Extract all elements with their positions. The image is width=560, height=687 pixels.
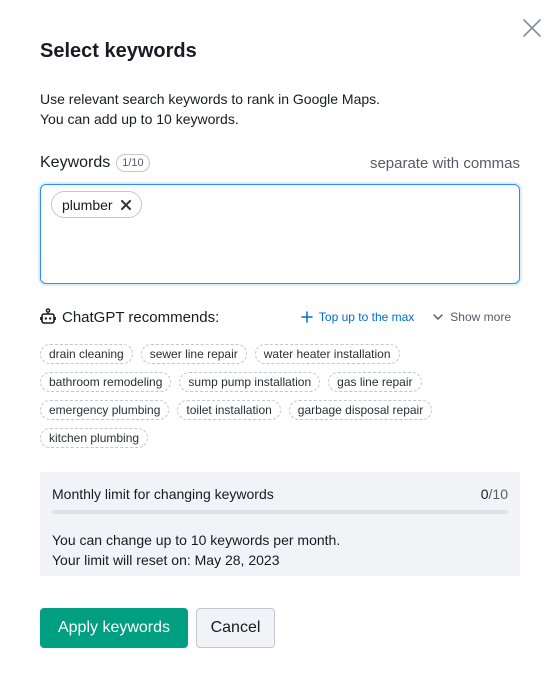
recommendations-actions: Top up to the max Show more	[301, 310, 520, 324]
close-icon	[523, 19, 541, 37]
chatgpt-title-label: ChatGPT recommends:	[62, 308, 220, 326]
chevron-down-icon	[433, 314, 444, 320]
suggested-keyword[interactable]: toilet installation	[177, 400, 281, 420]
suggested-keyword[interactable]: kitchen plumbing	[40, 428, 149, 448]
suggested-keyword[interactable]: sump pump installation	[179, 372, 321, 392]
suggested-keyword[interactable]: drain cleaning	[40, 344, 133, 364]
dialog-title: Select keywords	[40, 40, 197, 62]
limit-description: You can change up to 10 keywords per mon…	[52, 530, 508, 570]
robot-icon	[40, 308, 56, 324]
suggested-keyword[interactable]: water heater installation	[254, 344, 400, 364]
top-up-label: Top up to the max	[318, 310, 415, 324]
remove-keyword-button[interactable]	[120, 198, 131, 212]
show-more-button[interactable]: Show more	[432, 310, 511, 324]
suggested-keyword[interactable]: sewer line repair	[140, 344, 247, 364]
limit-header: Monthly limit for changing keywords 0/10	[52, 486, 508, 502]
suggested-keyword[interactable]: gas line repair	[328, 372, 422, 392]
keywords-count-badge: 1/10	[116, 154, 150, 172]
close-icon	[120, 199, 131, 210]
select-keywords-dialog: Select keywords Use relevant search keyw…	[0, 0, 560, 687]
suggested-keyword[interactable]: emergency plumbing	[40, 400, 170, 420]
limit-used: 0	[480, 486, 489, 502]
top-up-button[interactable]: Top up to the max	[301, 310, 414, 324]
show-more-label: Show more	[450, 310, 511, 324]
suggested-keyword[interactable]: garbage disposal repair	[288, 400, 433, 420]
chatgpt-recommendations-header: ChatGPT recommends: Top up to the max Sh…	[40, 308, 520, 326]
keywords-label-group: Keywords 1/10	[40, 154, 150, 172]
keywords-input[interactable]: plumber	[40, 184, 520, 284]
apply-keywords-button[interactable]: Apply keywords	[40, 608, 188, 648]
keywords-header: Keywords 1/10 separate with commas	[40, 154, 520, 172]
limit-progress-bar	[52, 510, 508, 514]
close-button[interactable]	[520, 16, 544, 40]
keywords-label: Keywords	[40, 154, 111, 171]
plus-icon	[301, 311, 313, 323]
suggested-keywords: drain cleaning sewer line repair water h…	[40, 344, 510, 448]
description-line-1: Use relevant search keywords to rank in …	[40, 91, 381, 107]
keyword-chip-label: plumber	[62, 196, 113, 213]
limit-title: Monthly limit for changing keywords	[52, 486, 274, 502]
keyword-chip: plumber	[51, 191, 142, 218]
limit-line-2: Your limit will reset on: May 28, 2023	[52, 552, 280, 568]
limit-max: /10	[488, 486, 508, 502]
chatgpt-title: ChatGPT recommends:	[40, 308, 219, 326]
limit-line-1: You can change up to 10 keywords per mon…	[52, 532, 341, 548]
dialog-description: Use relevant search keywords to rank in …	[40, 89, 380, 129]
monthly-limit-panel: Monthly limit for changing keywords 0/10…	[40, 472, 520, 576]
keywords-hint: separate with commas	[369, 154, 520, 172]
cancel-button[interactable]: Cancel	[196, 608, 275, 648]
limit-counter: 0/10	[481, 486, 508, 502]
suggested-keyword[interactable]: bathroom remodeling	[40, 372, 172, 392]
description-line-2: You can add up to 10 keywords.	[40, 111, 239, 127]
